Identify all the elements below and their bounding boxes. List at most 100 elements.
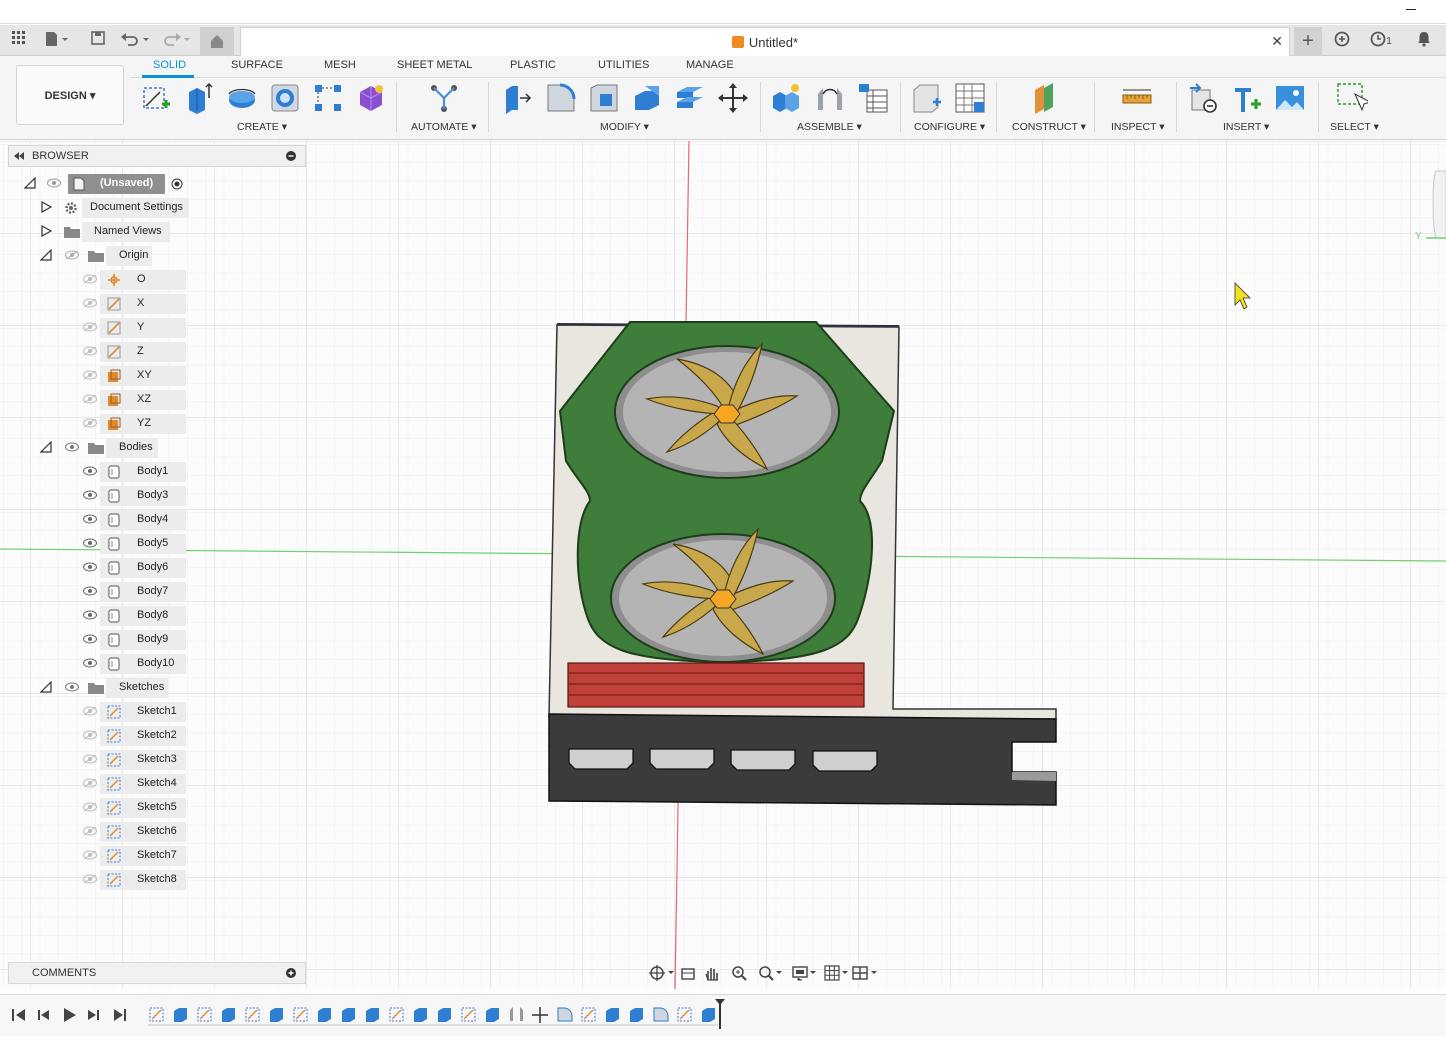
activate-radio-icon[interactable] xyxy=(171,178,183,190)
tree-document-settings[interactable]: Document Settings xyxy=(40,197,190,219)
insert-menu[interactable]: INSERT ▾ xyxy=(1223,121,1269,133)
hidden-eye-icon[interactable] xyxy=(83,418,97,428)
save-icon[interactable] xyxy=(88,31,108,49)
combine-icon[interactable] xyxy=(674,82,706,114)
tab-solid[interactable]: SOLID xyxy=(153,59,186,71)
expanded-triangle-icon[interactable] xyxy=(40,249,52,261)
browser-panel-header[interactable]: BROWSER xyxy=(8,145,306,167)
notifications-bell-icon[interactable] xyxy=(1414,31,1434,49)
workspace-switcher-button[interactable]: DESIGN ▾ xyxy=(16,65,124,125)
tree-body-item[interactable]: Body6 xyxy=(80,557,190,579)
hidden-eye-icon[interactable] xyxy=(83,394,97,404)
hole-icon[interactable] xyxy=(269,82,301,114)
timeline-feature-extrude-icon[interactable] xyxy=(414,1008,427,1022)
timeline-feature-move-icon[interactable] xyxy=(532,1007,548,1023)
tree-named-views[interactable]: Named Views xyxy=(40,221,190,243)
tree-body-item[interactable]: Body3 xyxy=(80,485,190,507)
timeline-feature-fillet-icon[interactable] xyxy=(557,1007,573,1022)
automate-icon[interactable] xyxy=(428,82,460,114)
hidden-eye-icon[interactable] xyxy=(83,370,97,380)
timeline-play-icon[interactable] xyxy=(64,1008,76,1022)
new-tab-icon[interactable]: + xyxy=(1294,27,1322,56)
extrude-icon[interactable] xyxy=(183,82,215,114)
display-settings-icon[interactable] xyxy=(792,966,816,981)
timeline-feature-extrude-icon[interactable] xyxy=(702,1008,715,1022)
tree-origin-item[interactable]: XZ xyxy=(80,389,190,411)
browser-minimize-icon[interactable] xyxy=(286,151,296,161)
extensions-icon[interactable] xyxy=(1332,31,1352,49)
tree-origin-item[interactable]: Z xyxy=(80,341,190,363)
timeline-feature-sketch-icon[interactable] xyxy=(581,1007,596,1022)
timeline-feature-extrude-icon[interactable] xyxy=(222,1008,235,1022)
tree-origin-item[interactable]: YZ xyxy=(80,413,190,435)
expanded-triangle-icon[interactable] xyxy=(40,441,52,453)
tree-body-item[interactable]: Body4 xyxy=(80,509,190,531)
fillet-icon[interactable] xyxy=(545,82,577,114)
configure-menu[interactable]: CONFIGURE ▾ xyxy=(914,121,985,133)
timeline-feature-sketch-icon[interactable] xyxy=(389,1007,404,1022)
hidden-eye-icon[interactable] xyxy=(83,850,97,860)
insert-derive-icon[interactable] xyxy=(1188,82,1220,114)
hidden-eye-icon[interactable] xyxy=(83,778,97,788)
job-status-icon[interactable]: 1 xyxy=(1366,31,1396,49)
measure-icon[interactable] xyxy=(1121,82,1153,114)
tab-sheet-metal[interactable]: SHEET METAL xyxy=(397,59,472,71)
timeline-feature-joint-icon[interactable] xyxy=(510,1007,523,1021)
pan-icon[interactable] xyxy=(705,968,718,981)
home-icon[interactable] xyxy=(200,27,234,56)
create-menu[interactable]: CREATE ▾ xyxy=(237,121,287,133)
timeline-feature-extrude-icon[interactable] xyxy=(630,1008,643,1022)
press-pull-icon[interactable] xyxy=(502,82,534,114)
tree-root[interactable]: (Unsaved) xyxy=(20,173,190,195)
modify-menu[interactable]: MODIFY ▾ xyxy=(600,121,649,133)
fit-icon[interactable] xyxy=(759,966,782,981)
hidden-eye-icon[interactable] xyxy=(83,298,97,308)
design-viewport[interactable]: Y xyxy=(0,141,1446,989)
expanded-triangle-icon[interactable] xyxy=(40,681,52,693)
timeline-feature-extrude-icon[interactable] xyxy=(438,1008,451,1022)
inspect-menu[interactable]: INSPECT ▾ xyxy=(1111,121,1165,133)
tree-origin-item[interactable]: X xyxy=(80,293,190,315)
visibility-eye-icon[interactable] xyxy=(83,514,97,524)
orbit-icon[interactable] xyxy=(649,965,674,981)
timeline-feature-extrude-icon[interactable] xyxy=(606,1008,619,1022)
visibility-eye-icon[interactable] xyxy=(83,466,97,476)
timeline-previous-icon[interactable] xyxy=(38,1010,49,1020)
tree-sketch-item[interactable]: Sketch1 xyxy=(80,701,190,723)
hidden-eye-icon[interactable] xyxy=(83,874,97,884)
tree-body-item[interactable]: Body5 xyxy=(80,533,190,555)
tree-body-item[interactable]: Body8 xyxy=(80,605,190,627)
collapsed-triangle-icon[interactable] xyxy=(40,225,52,237)
select-window-icon[interactable] xyxy=(1336,82,1372,114)
timeline-feature-extrude-icon[interactable] xyxy=(366,1008,379,1022)
expanded-triangle-icon[interactable] xyxy=(24,177,36,189)
close-tab-icon[interactable]: ✕ xyxy=(1271,33,1283,50)
tree-body-item[interactable]: Body10 xyxy=(80,653,190,675)
tab-utilities[interactable]: UTILITIES xyxy=(598,59,649,71)
automate-menu[interactable]: AUTOMATE ▾ xyxy=(411,121,477,133)
timeline-feature-sketch-icon[interactable] xyxy=(461,1007,476,1022)
file-menu-icon[interactable] xyxy=(42,31,72,49)
configure-design-icon[interactable] xyxy=(911,82,943,114)
create-form-icon[interactable] xyxy=(355,82,387,114)
visibility-eye-icon[interactable] xyxy=(83,538,97,548)
tree-origin-item[interactable]: Y xyxy=(80,317,190,339)
visibility-eye-icon[interactable] xyxy=(83,562,97,572)
visibility-eye-icon[interactable] xyxy=(65,682,79,692)
hidden-eye-icon[interactable] xyxy=(83,346,97,356)
move-copy-icon[interactable] xyxy=(717,82,749,114)
zoom-icon[interactable] xyxy=(732,966,747,981)
timeline-feature-extrude-icon[interactable] xyxy=(270,1008,283,1022)
tree-sketch-item[interactable]: Sketch5 xyxy=(80,797,190,819)
insert-component-icon[interactable] xyxy=(1231,82,1263,114)
hidden-eye-icon[interactable] xyxy=(83,706,97,716)
tree-body-item[interactable]: Body7 xyxy=(80,581,190,603)
collapsed-triangle-icon[interactable] xyxy=(40,201,52,213)
add-comment-icon[interactable] xyxy=(286,968,296,978)
timeline-end-icon[interactable] xyxy=(114,1009,126,1021)
revolve-icon[interactable] xyxy=(226,82,258,114)
timeline-feature-sketch-icon[interactable] xyxy=(245,1007,260,1022)
offset-plane-icon[interactable] xyxy=(1032,82,1064,114)
redo-icon[interactable] xyxy=(160,31,194,49)
tree-sketch-item[interactable]: Sketch7 xyxy=(80,845,190,867)
